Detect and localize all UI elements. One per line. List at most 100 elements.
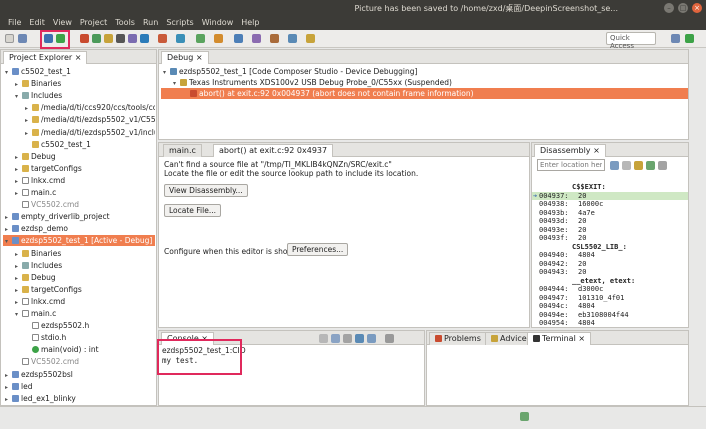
tree-item[interactable]: ▸ lnkx.cmd xyxy=(3,175,155,186)
minimize-console-icon[interactable] xyxy=(385,334,394,343)
collapsed-arrow-icon[interactable]: ▸ xyxy=(15,188,22,199)
debug-tree-item[interactable]: abort() at exit.c:92 0x004937 (abort doe… xyxy=(161,88,688,99)
collapsed-arrow-icon[interactable]: ▸ xyxy=(15,261,22,272)
pin-icon[interactable] xyxy=(270,34,279,43)
tree-item[interactable]: ▸ targetConfigs xyxy=(3,163,155,174)
view-disassembly-button[interactable]: View Disassembly... xyxy=(164,184,248,197)
disassembly-row[interactable]: 00493e: 20 xyxy=(532,226,688,235)
collapsed-arrow-icon[interactable]: ▸ xyxy=(5,224,12,235)
tree-item[interactable]: ▸ empty_driverlib_project xyxy=(3,211,155,222)
tree-item[interactable]: ▸ main.c xyxy=(3,187,155,198)
perspective-icon[interactable] xyxy=(671,34,680,43)
collapsed-arrow-icon[interactable]: ▸ xyxy=(15,79,22,90)
tab-disassembly[interactable]: Disassembly × xyxy=(534,144,606,157)
disassembly-row[interactable]: 004947: 101310_4f01 xyxy=(532,294,688,303)
tree-item[interactable]: ▾ main.c xyxy=(3,308,155,319)
go-icon[interactable] xyxy=(610,161,619,170)
menu-view[interactable]: View xyxy=(49,16,76,30)
collapsed-arrow-icon[interactable]: ▸ xyxy=(15,176,22,187)
locate-file-button[interactable]: Locate File... xyxy=(164,204,221,217)
refresh-icon[interactable] xyxy=(646,161,655,170)
disassembly-row[interactable]: 004938: 16000c xyxy=(532,200,688,209)
step-into-icon[interactable] xyxy=(128,34,137,43)
disassembly-row[interactable]: 004944: d3000c xyxy=(532,285,688,294)
connect-icon[interactable] xyxy=(176,34,185,43)
tree-item[interactable]: VC5502.cmd xyxy=(3,356,155,367)
collapsed-arrow-icon[interactable]: ▸ xyxy=(25,103,32,114)
collapsed-arrow-icon[interactable]: ▸ xyxy=(25,128,32,139)
run-icon[interactable] xyxy=(196,34,205,43)
disassembly-row[interactable]: 00494c: 4804 xyxy=(532,302,688,311)
debug-tree-item[interactable]: ▾ Texas Instruments XDS100v2 USB Debug Pr… xyxy=(161,77,688,88)
menu-run[interactable]: Run xyxy=(139,16,162,30)
collapsed-arrow-icon[interactable]: ▸ xyxy=(15,273,22,284)
tree-item[interactable]: ezdsp5502.h xyxy=(3,320,155,331)
tree-item[interactable]: ▸ Debug xyxy=(3,272,155,283)
build-icon[interactable] xyxy=(80,34,89,43)
pin-console-icon[interactable] xyxy=(343,334,352,343)
tree-item[interactable]: ▸ /media/d/ti/ezdsp5502_v1/include xyxy=(3,127,155,138)
memory-icon[interactable] xyxy=(116,34,125,43)
tree-item[interactable]: ▸ targetConfigs xyxy=(3,284,155,295)
collapsed-arrow-icon[interactable]: ▸ xyxy=(5,394,12,405)
disassembly-label-row[interactable]: CSL5502_LIB_: xyxy=(532,243,688,252)
close-icon[interactable]: × xyxy=(692,3,702,13)
collapsed-arrow-icon[interactable]: ▸ xyxy=(15,164,22,175)
debug-tree-item[interactable]: ▾ ezdsp5502_test_1 [Code Composer Studio … xyxy=(161,66,688,77)
tab-terminal[interactable]: Terminal × xyxy=(527,332,592,345)
stop-icon[interactable] xyxy=(158,34,167,43)
tree-item[interactable]: ▸ Binaries xyxy=(3,248,155,259)
disassembly-row[interactable]: 004954: 4804 xyxy=(532,319,688,327)
disassembly-row[interactable]: ➔ 004937: 20 xyxy=(532,191,688,200)
expanded-arrow-icon[interactable]: ▾ xyxy=(5,67,12,78)
collapsed-arrow-icon[interactable]: ▸ xyxy=(15,285,22,296)
preferences-button[interactable]: Preferences... xyxy=(287,243,349,256)
collapsed-arrow-icon[interactable]: ▸ xyxy=(5,370,12,381)
disassembly-row[interactable]: 00494e: eb3108004f44 xyxy=(532,311,688,320)
tree-item[interactable]: ▸ Includes xyxy=(3,260,155,271)
quick-access-input[interactable]: Quick Access xyxy=(606,32,656,50)
save-icon[interactable] xyxy=(18,34,27,43)
collapsed-arrow-icon[interactable]: ▸ xyxy=(25,115,32,126)
collapsed-arrow-icon[interactable]: ▸ xyxy=(15,152,22,163)
maximize-icon[interactable]: □ xyxy=(678,3,688,13)
collapsed-arrow-icon[interactable]: ▸ xyxy=(5,212,12,223)
tree-item[interactable]: ▸ Debug xyxy=(3,151,155,162)
tree-item[interactable]: stdio.h xyxy=(3,332,155,343)
scroll-lock-icon[interactable] xyxy=(331,334,340,343)
tree-item[interactable]: ▸ Binaries xyxy=(3,78,155,89)
disassembly-label-row[interactable]: C$$EXIT: xyxy=(532,183,688,192)
nav-back-icon[interactable] xyxy=(288,34,297,43)
tree-item[interactable]: ▸ led xyxy=(3,381,155,392)
profile-icon[interactable] xyxy=(214,34,223,43)
step-over-icon[interactable] xyxy=(140,34,149,43)
clear-console-icon[interactable] xyxy=(319,334,328,343)
menu-tools[interactable]: Tools xyxy=(111,16,139,30)
collapsed-arrow-icon[interactable]: ▸ xyxy=(15,297,22,308)
source-icon[interactable] xyxy=(634,161,643,170)
menu-help[interactable]: Help xyxy=(237,16,263,30)
disassembly-row[interactable]: 00493f: 20 xyxy=(532,234,688,243)
menu-edit[interactable]: Edit xyxy=(25,16,49,30)
tree-item[interactable]: ▸ /media/d/ti/ezdsp5502_v1/C55xxCSL xyxy=(3,114,155,125)
menu-project[interactable]: Project xyxy=(76,16,111,30)
disassembly-row[interactable]: 00493d: 20 xyxy=(532,217,688,226)
open-console-icon[interactable] xyxy=(367,334,376,343)
menu-scripts[interactable]: Scripts xyxy=(162,16,197,30)
menu-window[interactable]: Window xyxy=(198,16,238,30)
sync-icon[interactable] xyxy=(622,161,631,170)
suspend-icon[interactable] xyxy=(104,34,113,43)
expanded-arrow-icon[interactable]: ▾ xyxy=(15,91,22,102)
tree-item[interactable]: ▾ ezdsp5502_test_1 [Active - Debug] xyxy=(3,235,155,247)
tree-item[interactable]: VC5502.cmd xyxy=(3,199,155,210)
tree-item[interactable]: ▾ c5502_test_1 xyxy=(3,66,155,77)
menu-icon[interactable] xyxy=(658,161,667,170)
new-icon[interactable] xyxy=(5,34,14,43)
disassembly-row[interactable]: 004943: 20 xyxy=(532,268,688,277)
tab-debug[interactable]: Debug × xyxy=(161,51,209,64)
tab-project-explorer[interactable]: Project Explorer × xyxy=(3,51,88,64)
tree-item[interactable]: ▸ lnkx.cmd xyxy=(3,296,155,307)
disassembly-row[interactable]: 004940: 4804 xyxy=(532,251,688,260)
debug-perspective-icon[interactable] xyxy=(685,34,694,43)
tab-main-c[interactable]: main.c xyxy=(163,144,202,157)
